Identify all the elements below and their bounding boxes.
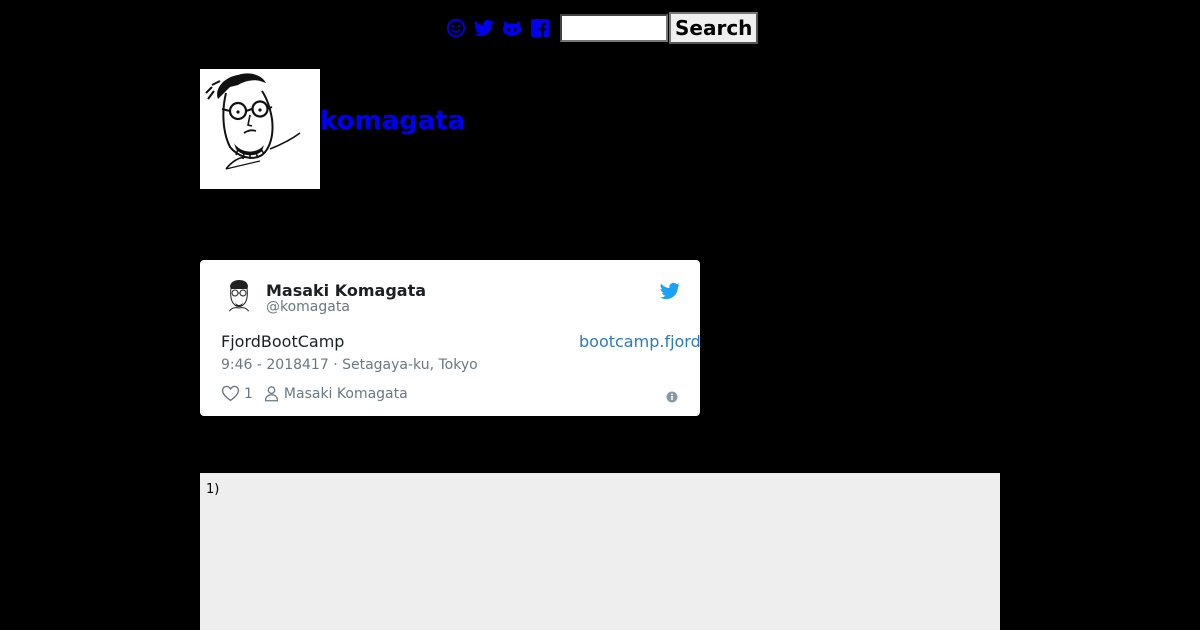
- page: Search komagata Masaki Komagata @komagat…: [0, 0, 1200, 630]
- tweet-actions: 1 Masaki Komagata: [221, 384, 408, 403]
- avatar: [200, 69, 320, 189]
- info-icon[interactable]: [666, 388, 678, 403]
- tweet-text: FjordBootCamp: [221, 332, 345, 351]
- footnote-section: 1): [200, 473, 1000, 630]
- tweet-author-handle[interactable]: @komagata: [266, 299, 350, 315]
- facebook-icon[interactable]: [530, 18, 550, 38]
- twitter-icon[interactable]: [474, 18, 494, 38]
- site-header: komagata: [200, 69, 465, 189]
- footnote-label: 1): [206, 482, 220, 497]
- avatar-link[interactable]: [200, 69, 320, 189]
- person-icon[interactable]: [263, 385, 280, 402]
- tweet-link[interactable]: bootcamp.fjord: [579, 332, 700, 351]
- site-title[interactable]: komagata: [320, 106, 465, 136]
- tweet-author-name[interactable]: Masaki Komagata: [266, 281, 426, 300]
- search-input[interactable]: [560, 14, 668, 42]
- heart-icon[interactable]: [221, 384, 240, 403]
- smiley-icon[interactable]: [446, 18, 466, 38]
- twitter-bird-icon[interactable]: [660, 281, 680, 301]
- tweet-author-avatar[interactable]: [221, 278, 257, 314]
- tweet-timestamp-location[interactable]: 9:46 - 2018417 · Setagaya-ku, Tokyo: [221, 357, 478, 373]
- top-nav: Search: [446, 12, 759, 44]
- tweet-footer-author[interactable]: Masaki Komagata: [284, 386, 408, 402]
- embedded-tweet-card: Masaki Komagata @komagata FjordBootCamp …: [200, 260, 700, 416]
- search-button[interactable]: Search: [669, 12, 759, 44]
- like-count: 1: [244, 385, 253, 402]
- github-icon[interactable]: [502, 18, 522, 38]
